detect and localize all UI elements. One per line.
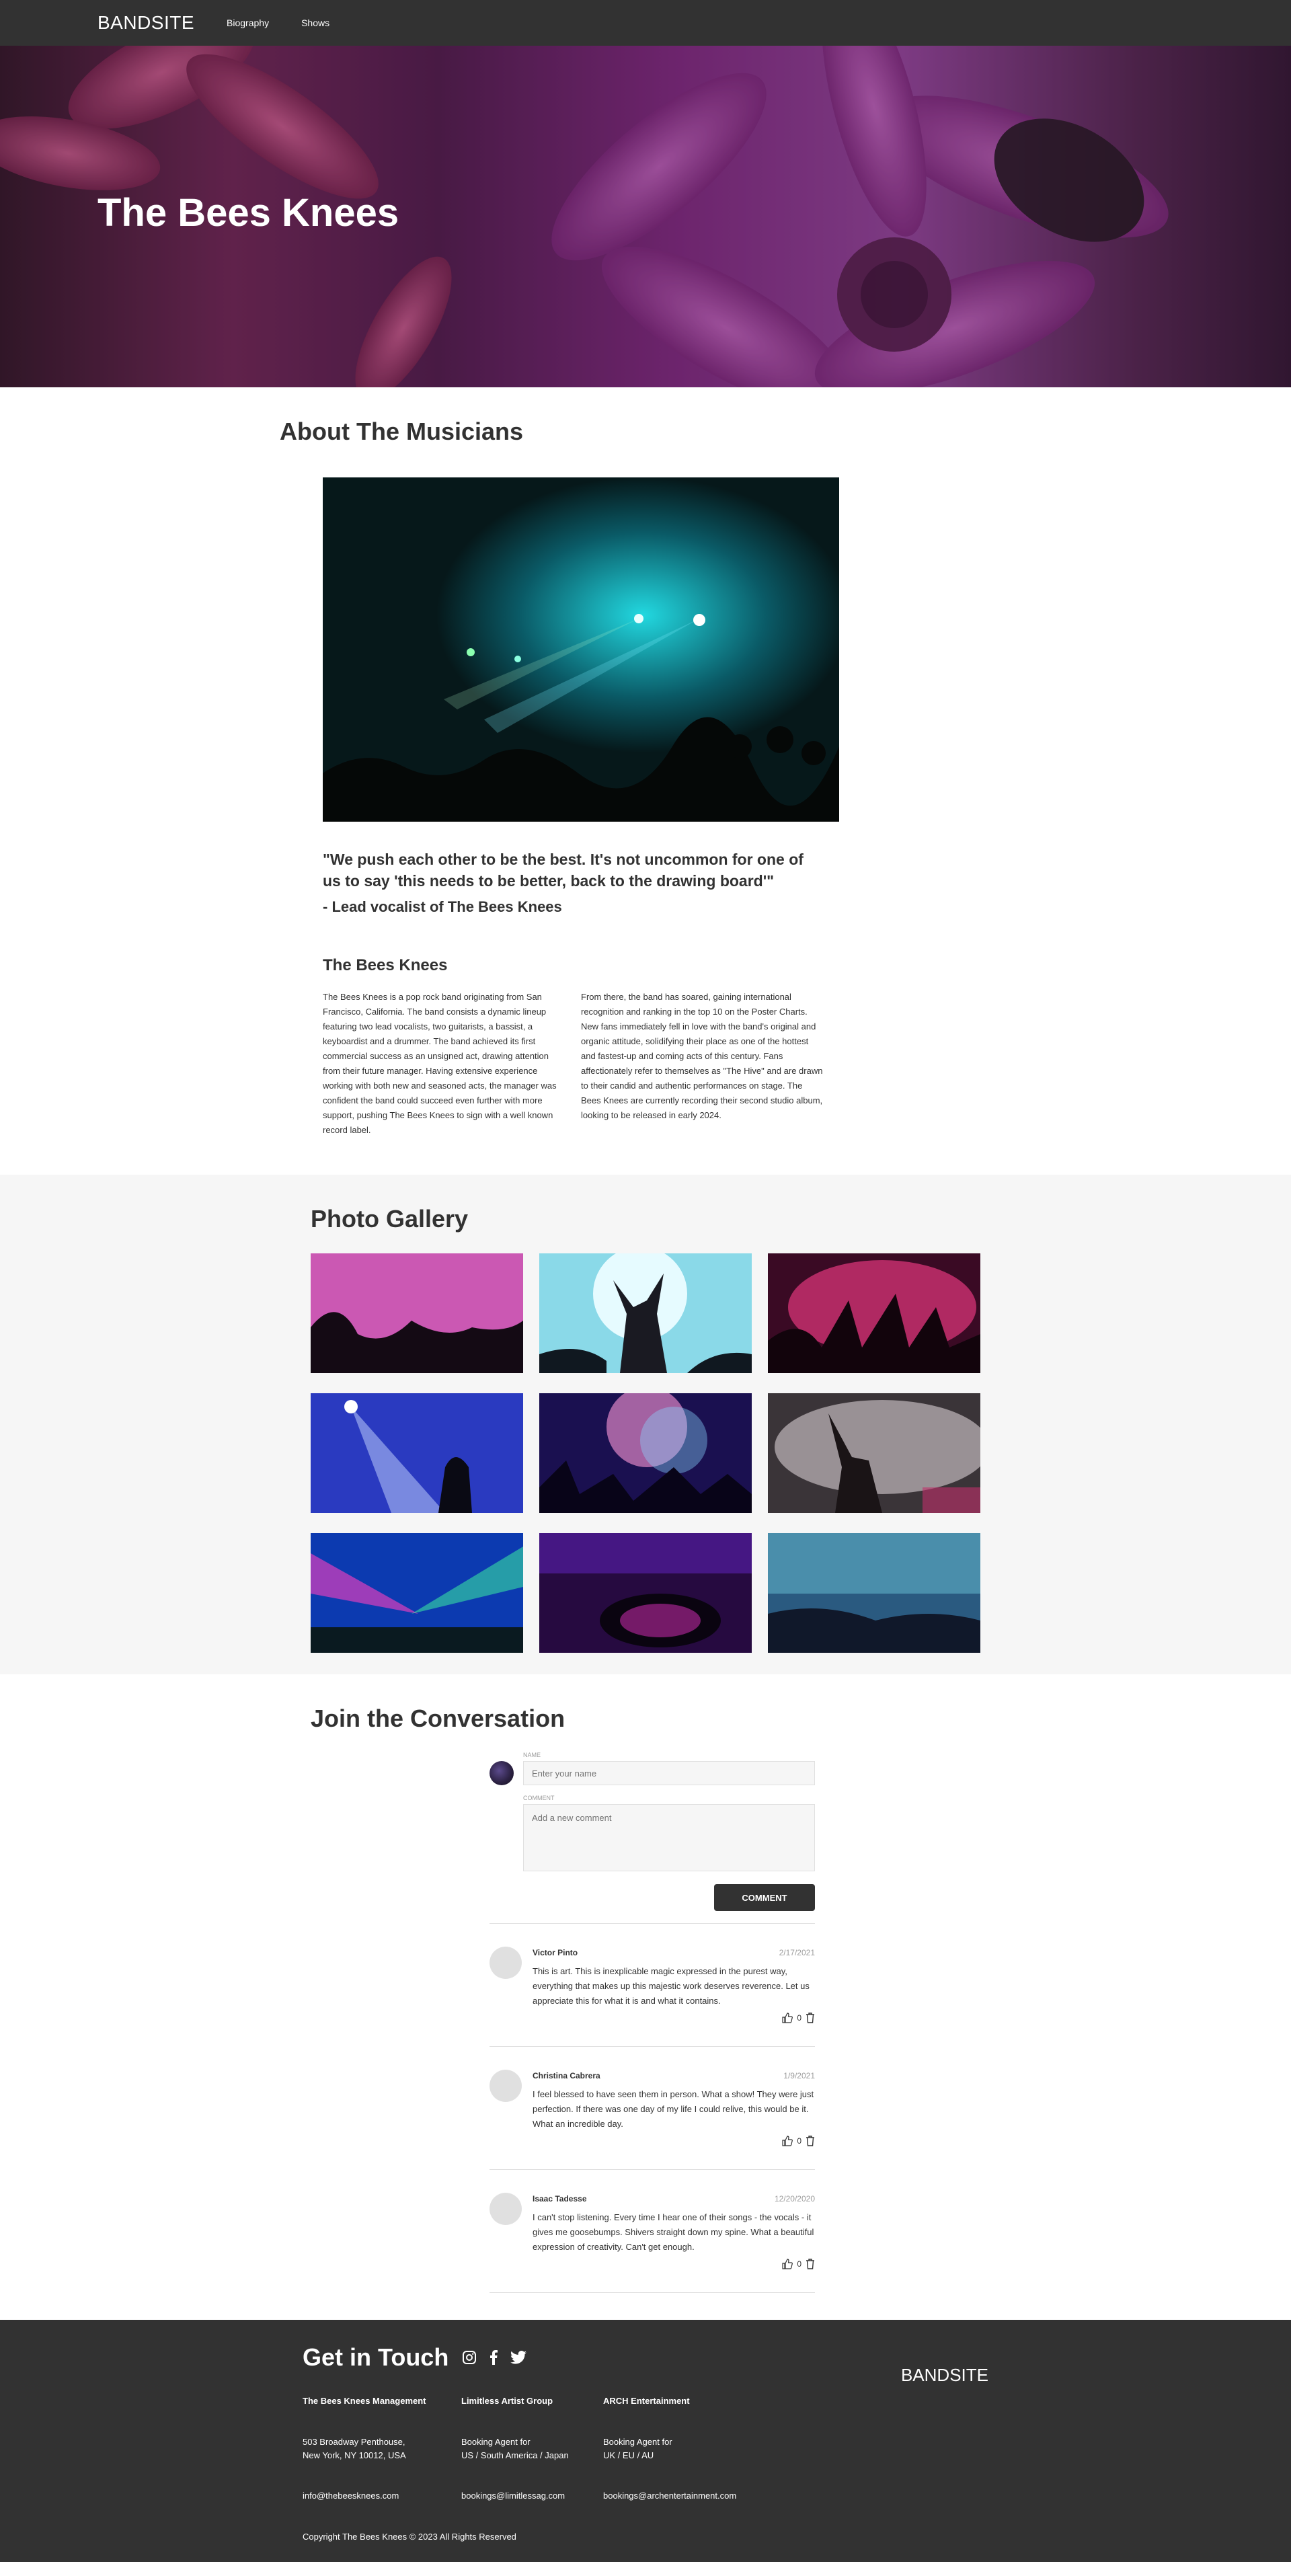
contact-details: Booking Agent for UK / EU / AU (603, 2435, 738, 2462)
footer-heading: Get in Touch (303, 2343, 449, 2371)
contact-line: US / South America / Japan (461, 2450, 569, 2460)
gallery-photo[interactable] (311, 1533, 523, 1653)
about-section: About The Musicians "We push each other … (0, 387, 1291, 1175)
contact-email-link[interactable]: info@thebeesknees.com (303, 2491, 437, 2501)
hero-banner: The Bees Knees (0, 46, 1291, 387)
twitter-icon[interactable] (510, 2351, 527, 2364)
site-logo[interactable]: BANDSITE (97, 12, 194, 34)
contact-org-name: The Bees Knees Management (303, 2396, 426, 2406)
commenter-name: Christina Cabrera (533, 2071, 600, 2080)
like-icon[interactable] (782, 2259, 793, 2269)
gallery-photo[interactable] (768, 1393, 980, 1513)
commenter-avatar (490, 1947, 522, 1979)
delete-icon[interactable] (806, 2013, 815, 2023)
commenter-name: Victor Pinto (533, 1948, 578, 1957)
user-avatar (490, 1761, 514, 1785)
comment-item: Isaac Tadesse 12/20/2020 I can't stop li… (490, 2170, 815, 2293)
delete-icon[interactable] (806, 2136, 815, 2146)
like-icon[interactable] (782, 2013, 793, 2023)
bio-title: The Bees Knees (323, 956, 448, 974)
comment-actions: 0 (533, 2259, 815, 2269)
contact-line: Booking Agent for (461, 2437, 531, 2447)
delete-icon[interactable] (806, 2259, 815, 2269)
gallery-photo[interactable] (539, 1533, 752, 1653)
footer-logo[interactable]: BANDSITE (901, 2365, 988, 2386)
commenter-avatar (490, 2070, 522, 2102)
contact-org-name: Limitless Artist Group (461, 2396, 553, 2406)
instagram-icon[interactable] (462, 2350, 477, 2365)
bio-paragraph-1: The Bees Knees is a pop rock band origin… (323, 992, 557, 1135)
about-heading: About The Musicians (280, 418, 524, 445)
footer-contacts: The Bees Knees Management 503 Broadway P… (303, 2396, 988, 2501)
gallery-photo[interactable] (768, 1253, 980, 1373)
contact-line: New York, NY 10012, USA (303, 2450, 406, 2460)
copyright: Copyright The Bees Knees © 2023 All Righ… (303, 2532, 516, 2542)
comment-input[interactable] (523, 1804, 815, 1871)
footer-column: The Bees Knees Management 503 Broadway P… (303, 2396, 437, 2501)
hero-title: The Bees Knees (97, 191, 399, 235)
name-input[interactable] (523, 1761, 815, 1785)
bio-columns: The Bees Knees is a pop rock band origin… (323, 990, 839, 1138)
name-label: NAME (523, 1752, 541, 1758)
comment-button[interactable]: COMMENT (714, 1884, 815, 1911)
bio-paragraph-2: From there, the band has soared, gaining… (581, 992, 823, 1120)
footer-column: Limitless Artist Group Booking Agent for… (461, 2396, 579, 2501)
contact-line: 503 Broadway Penthouse, (303, 2437, 405, 2447)
conversation-heading: Join the Conversation (311, 1705, 565, 1732)
concert-stage-image (323, 477, 839, 822)
band-quote: "We push each other to be the best. It's… (323, 851, 804, 890)
comment-text: This is art. This is inexplicable magic … (533, 1966, 810, 2006)
commenter-avatar (490, 2193, 522, 2225)
nav-link-shows[interactable]: Shows (301, 17, 329, 28)
comment-form: NAME COMMENT COMMENT (490, 1752, 815, 1911)
contact-line: UK / EU / AU (603, 2450, 654, 2460)
contact-details: 503 Broadway Penthouse, New York, NY 1001… (303, 2435, 437, 2462)
gallery-photo[interactable] (311, 1393, 523, 1513)
contact-line: Booking Agent for (603, 2437, 672, 2447)
comment-actions: 0 (533, 2136, 815, 2146)
gallery-photo[interactable] (539, 1393, 752, 1513)
gallery-heading: Photo Gallery (311, 1205, 469, 1233)
comment-date: 1/9/2021 (783, 2071, 815, 2080)
contact-org-name: ARCH Entertainment (603, 2396, 690, 2406)
contact-email-link[interactable]: bookings@archentertainment.com (603, 2491, 738, 2501)
gallery-photo[interactable] (768, 1533, 980, 1653)
contact-email-link[interactable]: bookings@limitlessag.com (461, 2491, 579, 2501)
gallery-section: Photo Gallery (0, 1175, 1291, 1674)
like-count: 0 (797, 2013, 801, 2023)
top-nav: BANDSITE Biography Shows (0, 0, 1291, 46)
conversation-section: Join the Conversation NAME COMMENT COMME… (0, 1674, 1291, 2320)
comment-text: I can't stop listening. Every time I hea… (533, 2212, 814, 2252)
like-count: 0 (797, 2259, 801, 2269)
contact-details: Booking Agent for US / South America / Ja… (461, 2435, 579, 2462)
like-icon[interactable] (782, 2136, 793, 2146)
comment-label: COMMENT (523, 1795, 555, 1801)
facebook-icon[interactable] (489, 2350, 498, 2365)
comment-item: Victor Pinto 2/17/2021 This is art. This… (490, 1924, 815, 2047)
footer: Get in Touch BANDSITE The Bees Knees Man… (0, 2320, 1291, 2562)
nav-link-biography[interactable]: Biography (227, 17, 269, 28)
gallery-grid (311, 1253, 980, 1653)
comment-item: Christina Cabrera 1/9/2021 I feel blesse… (490, 2047, 815, 2170)
comment-date: 2/17/2021 (779, 1948, 815, 1957)
comment-date: 12/20/2020 (774, 2194, 815, 2203)
quote-author: - Lead vocalist of The Bees Knees (323, 898, 562, 915)
comment-text: I feel blessed to have seen them in pers… (533, 2089, 814, 2129)
gallery-photo[interactable] (311, 1253, 523, 1373)
gallery-photo[interactable] (539, 1253, 752, 1373)
comment-actions: 0 (533, 2013, 815, 2023)
footer-column: ARCH Entertainment Booking Agent for UK /… (603, 2396, 738, 2501)
commenter-name: Isaac Tadesse (533, 2194, 587, 2203)
like-count: 0 (797, 2136, 801, 2146)
